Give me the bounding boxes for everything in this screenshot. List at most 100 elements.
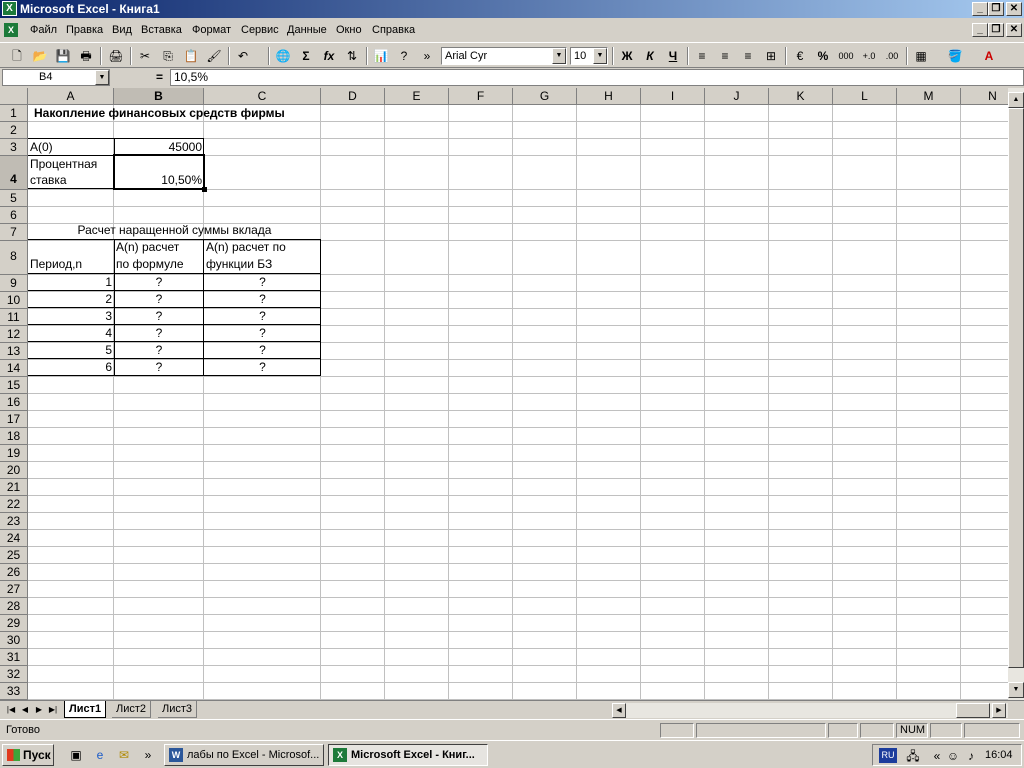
column-header-i[interactable]: I	[641, 88, 705, 105]
doc-close-button[interactable]: ✕	[1006, 23, 1022, 37]
menu-window[interactable]: Окно	[336, 24, 362, 36]
format-painter-icon[interactable]: 🖌	[203, 46, 225, 66]
row-header[interactable]: 15	[0, 377, 28, 394]
row-header[interactable]: 10	[0, 292, 28, 309]
align-right-icon[interactable]: ≡	[737, 46, 759, 66]
h-scroll-thumb[interactable]	[956, 703, 990, 718]
row-header[interactable]: 30	[0, 632, 28, 649]
horizontal-scrollbar[interactable]: ◀ ▶	[612, 703, 1008, 718]
scroll-left-icon[interactable]: ◀	[612, 703, 626, 718]
row-header[interactable]: 21	[0, 479, 28, 496]
doc-restore-button[interactable]: ❐	[988, 23, 1004, 37]
menu-edit[interactable]: Правка	[66, 24, 103, 36]
sheet-tab-3[interactable]: Лист3	[158, 701, 198, 718]
chart-wizard-icon[interactable]: 📊	[370, 46, 392, 66]
close-button[interactable]: ✕	[1006, 2, 1022, 16]
row-header[interactable]: 3	[0, 139, 28, 156]
row-header[interactable]: 31	[0, 649, 28, 666]
prev-sheet-icon[interactable]: ◀	[18, 703, 32, 717]
column-header-g[interactable]: G	[513, 88, 577, 105]
chevron-down-icon[interactable]: ▼	[95, 70, 109, 85]
chevron-down-icon[interactable]: ▼	[593, 48, 607, 64]
spreadsheet-grid[interactable]: A B C D E F G H I J K L M N 1 2 3 4 5 6 7 8 9 10 1…	[0, 88, 1008, 700]
menu-data[interactable]: Данные	[287, 24, 327, 36]
excel-icon[interactable]: X	[2, 1, 17, 16]
function-icon[interactable]: fx	[318, 46, 340, 66]
column-header-c[interactable]: C	[204, 88, 321, 105]
menu-file[interactable]: Файл	[30, 24, 57, 36]
merge-center-icon[interactable]: ⊞	[760, 46, 782, 66]
row-header[interactable]: 25	[0, 547, 28, 564]
column-header-l[interactable]: L	[833, 88, 897, 105]
show-desktop-icon[interactable]: ▣	[68, 747, 84, 763]
row-header[interactable]: 28	[0, 598, 28, 615]
row-header[interactable]: 9	[0, 275, 28, 292]
open-icon[interactable]: 📂	[29, 46, 51, 66]
select-all-corner[interactable]	[0, 88, 28, 105]
row-header[interactable]: 24	[0, 530, 28, 547]
task-excel[interactable]: X Microsoft Excel - Книг...	[328, 744, 488, 766]
scroll-thumb[interactable]	[1008, 108, 1024, 668]
cut-icon[interactable]: ✂	[134, 46, 156, 66]
task-word[interactable]: Wлабы по Excel - Microsof...	[164, 744, 324, 766]
row-header[interactable]: 2	[0, 122, 28, 139]
row-header[interactable]: 17	[0, 411, 28, 428]
paste-icon[interactable]: 📋	[180, 46, 202, 66]
fill-handle[interactable]	[202, 187, 207, 192]
tray-messenger-icon[interactable]: ☺	[945, 748, 961, 764]
chevron-down-icon[interactable]: ▼	[552, 48, 566, 64]
align-left-icon[interactable]: ≡	[691, 46, 713, 66]
next-sheet-icon[interactable]: ▶	[32, 703, 46, 717]
row-header[interactable]: 11	[0, 309, 28, 326]
sheet-tab-2[interactable]: Лист2	[112, 701, 152, 718]
borders-icon[interactable]: ▦	[910, 46, 932, 66]
thousands-button[interactable]: 000	[835, 46, 857, 66]
row-header[interactable]: 33	[0, 683, 28, 700]
print-icon[interactable]: 🖨	[105, 46, 127, 66]
column-header-k[interactable]: K	[769, 88, 833, 105]
menu-format[interactable]: Формат	[192, 24, 231, 36]
row-header[interactable]: 27	[0, 581, 28, 598]
font-name-select[interactable]: Arial Cyr ▼	[441, 47, 567, 65]
row-header[interactable]: 1	[0, 105, 28, 122]
row-header[interactable]: 18	[0, 428, 28, 445]
row-header[interactable]: 16	[0, 394, 28, 411]
autosum-icon[interactable]: Σ	[295, 46, 317, 66]
scroll-up-icon[interactable]: ▲	[1008, 92, 1024, 108]
new-icon[interactable]: 🗋	[6, 46, 28, 66]
row-header[interactable]: 5	[0, 190, 28, 207]
row-header[interactable]: 26	[0, 564, 28, 581]
menu-view[interactable]: Вид	[112, 24, 132, 36]
fill-color-icon[interactable]: 🪣	[944, 46, 966, 66]
hyperlink-icon[interactable]: 🌐	[272, 46, 294, 66]
outlook-icon[interactable]: ✉	[116, 747, 132, 763]
decrease-decimal-icon[interactable]: .00	[881, 46, 903, 66]
tray-network-icon[interactable]: 🖧	[905, 748, 921, 764]
scroll-down-icon[interactable]: ▼	[1008, 682, 1024, 698]
font-color-icon[interactable]: A	[978, 46, 1000, 66]
column-header-f[interactable]: F	[449, 88, 513, 105]
print-preview-icon[interactable]: 🖶	[75, 46, 97, 66]
language-indicator[interactable]: RU	[879, 748, 897, 763]
row-header[interactable]: 13	[0, 343, 28, 360]
more-buttons-icon[interactable]: »	[416, 46, 438, 66]
last-sheet-icon[interactable]: ▶|	[46, 703, 60, 717]
row-header[interactable]: 4	[0, 156, 28, 190]
row-header[interactable]: 7	[0, 224, 28, 241]
column-header-b[interactable]: B	[114, 88, 204, 105]
menu-tools[interactable]: Сервис	[241, 24, 279, 36]
start-button[interactable]: Пуск	[2, 744, 54, 766]
menu-insert[interactable]: Вставка	[141, 24, 182, 36]
row-header[interactable]: 6	[0, 207, 28, 224]
column-header-a[interactable]: A	[28, 88, 114, 105]
tray-expand-icon[interactable]: «	[929, 748, 945, 764]
column-header-n[interactable]: N	[961, 88, 1008, 105]
row-header[interactable]: 20	[0, 462, 28, 479]
copy-icon[interactable]: ⎘	[157, 46, 179, 66]
italic-button[interactable]: К	[639, 46, 661, 66]
restore-button[interactable]: ❐	[988, 2, 1004, 16]
font-size-select[interactable]: 10 ▼	[570, 47, 608, 65]
formula-input[interactable]: 10,5%	[170, 69, 1024, 86]
column-header-m[interactable]: M	[897, 88, 961, 105]
sort-ascending-icon[interactable]: ⇅	[341, 46, 363, 66]
